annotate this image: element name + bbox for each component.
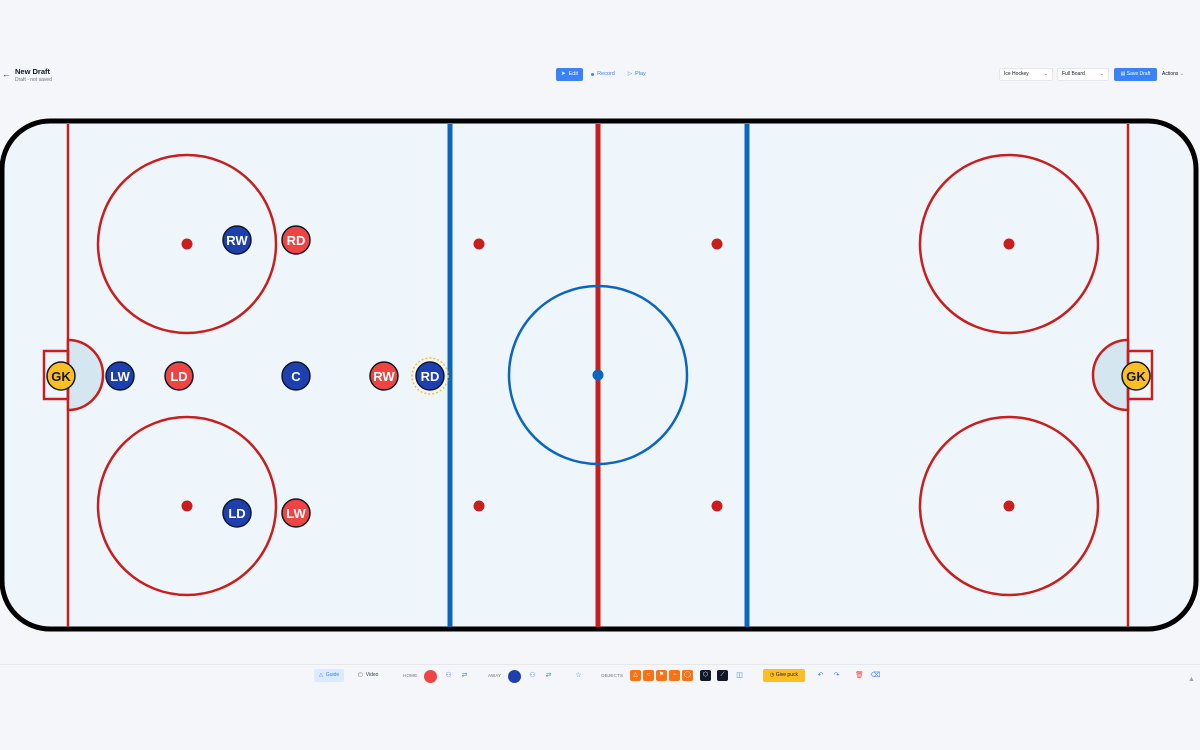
top-bar: ← New Draft Draft - not saved ➤ Edit Rec… <box>0 60 1200 90</box>
player-label: LW <box>286 506 306 521</box>
mode-switcher: ➤ Edit Record ▷ Play <box>556 68 651 81</box>
mode-play-button[interactable]: ▷ Play <box>623 68 651 81</box>
layout-icon[interactable]: ◫ <box>734 670 745 681</box>
arrow-left-icon: ← <box>2 69 11 79</box>
center-faceoff-dot <box>592 369 604 381</box>
player-label: GK <box>1126 369 1146 384</box>
back-button[interactable]: ← <box>2 68 12 80</box>
trash-icon[interactable]: 🗑 <box>854 670 865 681</box>
chevron-down-icon: ⌄ <box>1179 71 1184 77</box>
actions-menu-button[interactable]: Actions ⌄ <box>1162 68 1184 81</box>
record-dot-icon <box>591 73 595 76</box>
stick-icon[interactable]: ⟋ <box>717 670 728 681</box>
flag-icon[interactable]: ⚑ <box>656 670 667 681</box>
swap-icon[interactable]: ⇄ <box>459 670 470 681</box>
home-color-swatch[interactable] <box>424 670 437 683</box>
sport-select[interactable]: Ice Hockey ⌄ <box>999 68 1053 81</box>
give-puck-label: Give puck <box>775 672 798 678</box>
save-draft-label: Save Draft <box>1126 71 1151 77</box>
save-draft-button[interactable]: ▤ Save Draft <box>1114 68 1157 81</box>
swap-icon[interactable]: ⇄ <box>543 670 554 681</box>
clock-icon: ◷ <box>770 672 775 678</box>
cursor-icon: ➤ <box>561 71 566 77</box>
player-token[interactable]: LW <box>281 498 311 528</box>
mode-edit-label: Edit <box>568 71 579 77</box>
away-label: AWAY <box>488 673 502 678</box>
player-label: RD <box>421 369 440 384</box>
mode-edit-button[interactable]: ➤ Edit <box>556 68 584 81</box>
undo-icon[interactable]: ↶ <box>815 670 826 681</box>
board-select-value: Full Board <box>1062 71 1085 77</box>
video-label: Video <box>365 672 379 678</box>
player-label: LD <box>170 369 187 384</box>
player-label: C <box>291 369 301 384</box>
faceoff-dot <box>181 238 193 250</box>
player-label: LW <box>110 369 130 384</box>
player-token[interactable]: LD <box>164 361 194 391</box>
give-puck-button[interactable]: ◷ Give puck <box>763 669 805 682</box>
hexagon-icon[interactable]: ⬡ <box>700 670 711 681</box>
faceoff-dot <box>473 500 485 512</box>
mountain-icon: ▲ <box>1188 676 1195 683</box>
player-token[interactable]: LD <box>222 498 252 528</box>
page-title: New Draft <box>15 67 51 76</box>
add-players-icon[interactable]: ⚇ <box>527 670 538 681</box>
away-color-swatch[interactable] <box>508 670 521 683</box>
graduation-cap-icon: △ <box>319 672 323 678</box>
bottom-toolbar: △ Guide ▢ Video HOME ⚇ ⇄ AWAY ⚇ ⇄ ☆ OBJE… <box>0 664 1200 686</box>
mode-record-button[interactable]: Record <box>586 68 620 81</box>
sport-select-value: Ice Hockey <box>1004 71 1029 77</box>
faceoff-dot <box>473 238 485 250</box>
guide-button[interactable]: △ Guide <box>314 669 345 682</box>
faceoff-dot <box>1003 500 1015 512</box>
triangle-icon[interactable]: △ <box>630 670 641 681</box>
player-token[interactable]: RW <box>369 361 399 391</box>
player-token[interactable]: LW <box>105 361 135 391</box>
faceoff-dot <box>711 238 723 250</box>
player-token[interactable]: GK <box>46 361 76 391</box>
home-label: HOME <box>403 673 418 678</box>
chevron-down-icon: ⌄ <box>1043 71 1048 77</box>
faceoff-dot <box>1003 238 1015 250</box>
eraser-icon[interactable]: ⌫ <box>870 670 881 681</box>
draft-status: Draft - not saved <box>15 77 52 83</box>
player-token[interactable]: RD <box>281 225 311 255</box>
mode-play-label: Play <box>635 71 646 77</box>
ring-icon[interactable]: ◯ <box>682 670 693 681</box>
circle-icon[interactable]: ○ <box>643 670 654 681</box>
minus-icon[interactable]: − <box>669 670 680 681</box>
faceoff-dot <box>711 500 723 512</box>
mode-record-label: Record <box>597 71 615 77</box>
player-label: RD <box>287 233 306 248</box>
player-token[interactable]: RW <box>222 225 252 255</box>
board-select[interactable]: Full Board ⌄ <box>1057 68 1109 81</box>
player-token[interactable]: GK <box>1121 361 1151 391</box>
player-token[interactable]: C <box>281 361 311 391</box>
play-icon: ▷ <box>627 71 633 77</box>
player-label: RW <box>373 369 395 384</box>
save-icon: ▤ <box>1120 71 1126 77</box>
guide-label: Guide <box>325 672 340 678</box>
hockey-rink[interactable]: GK LW LD C RW RD RW RD LD LW GK <box>0 118 1200 633</box>
video-button[interactable]: ▢ Video <box>358 669 378 682</box>
player-label: RW <box>226 233 248 248</box>
video-icon: ▢ <box>358 672 363 678</box>
star-icon[interactable]: ☆ <box>573 670 584 681</box>
redo-icon[interactable]: ↷ <box>831 670 842 681</box>
player-label: GK <box>51 369 71 384</box>
actions-label: Actions <box>1162 71 1179 77</box>
chevron-down-icon: ⌄ <box>1099 71 1104 77</box>
faceoff-dot <box>181 500 193 512</box>
player-label: LD <box>228 506 245 521</box>
add-players-icon[interactable]: ⚇ <box>443 670 454 681</box>
objects-label: OBJECTS <box>601 673 624 678</box>
